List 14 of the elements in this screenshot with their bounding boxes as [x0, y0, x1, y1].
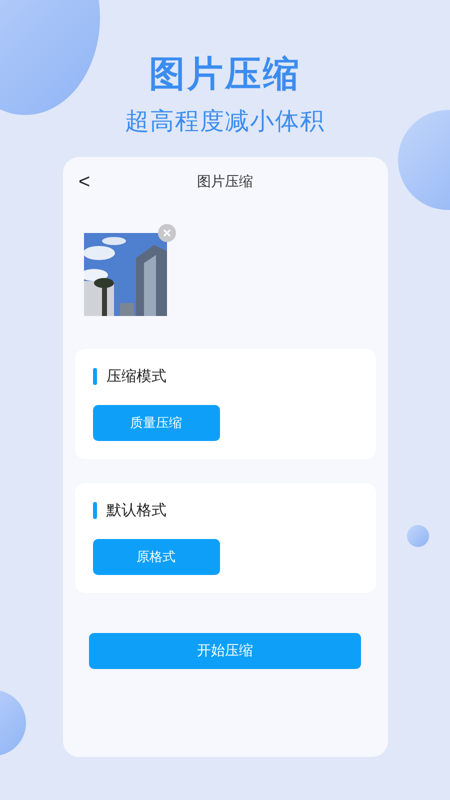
close-button[interactable]: [158, 224, 176, 242]
start-button[interactable]: 开始压缩: [89, 633, 361, 669]
cross-icon: [162, 229, 170, 237]
back-button[interactable]: <: [74, 172, 94, 192]
option-button[interactable]: 质量压缩: [92, 405, 220, 441]
page-title: 图片压缩: [149, 53, 301, 97]
accent-bar: [92, 502, 96, 519]
screen-title: 图片压缩: [197, 173, 253, 191]
background-circle: [407, 525, 429, 547]
section-heading: 压缩模式: [106, 367, 166, 386]
page-subtitle: 超高程度减小体积: [125, 106, 325, 137]
option-button[interactable]: 原格式: [92, 539, 220, 575]
accent-bar: [92, 368, 96, 385]
section-heading: 默认格式: [106, 501, 166, 520]
